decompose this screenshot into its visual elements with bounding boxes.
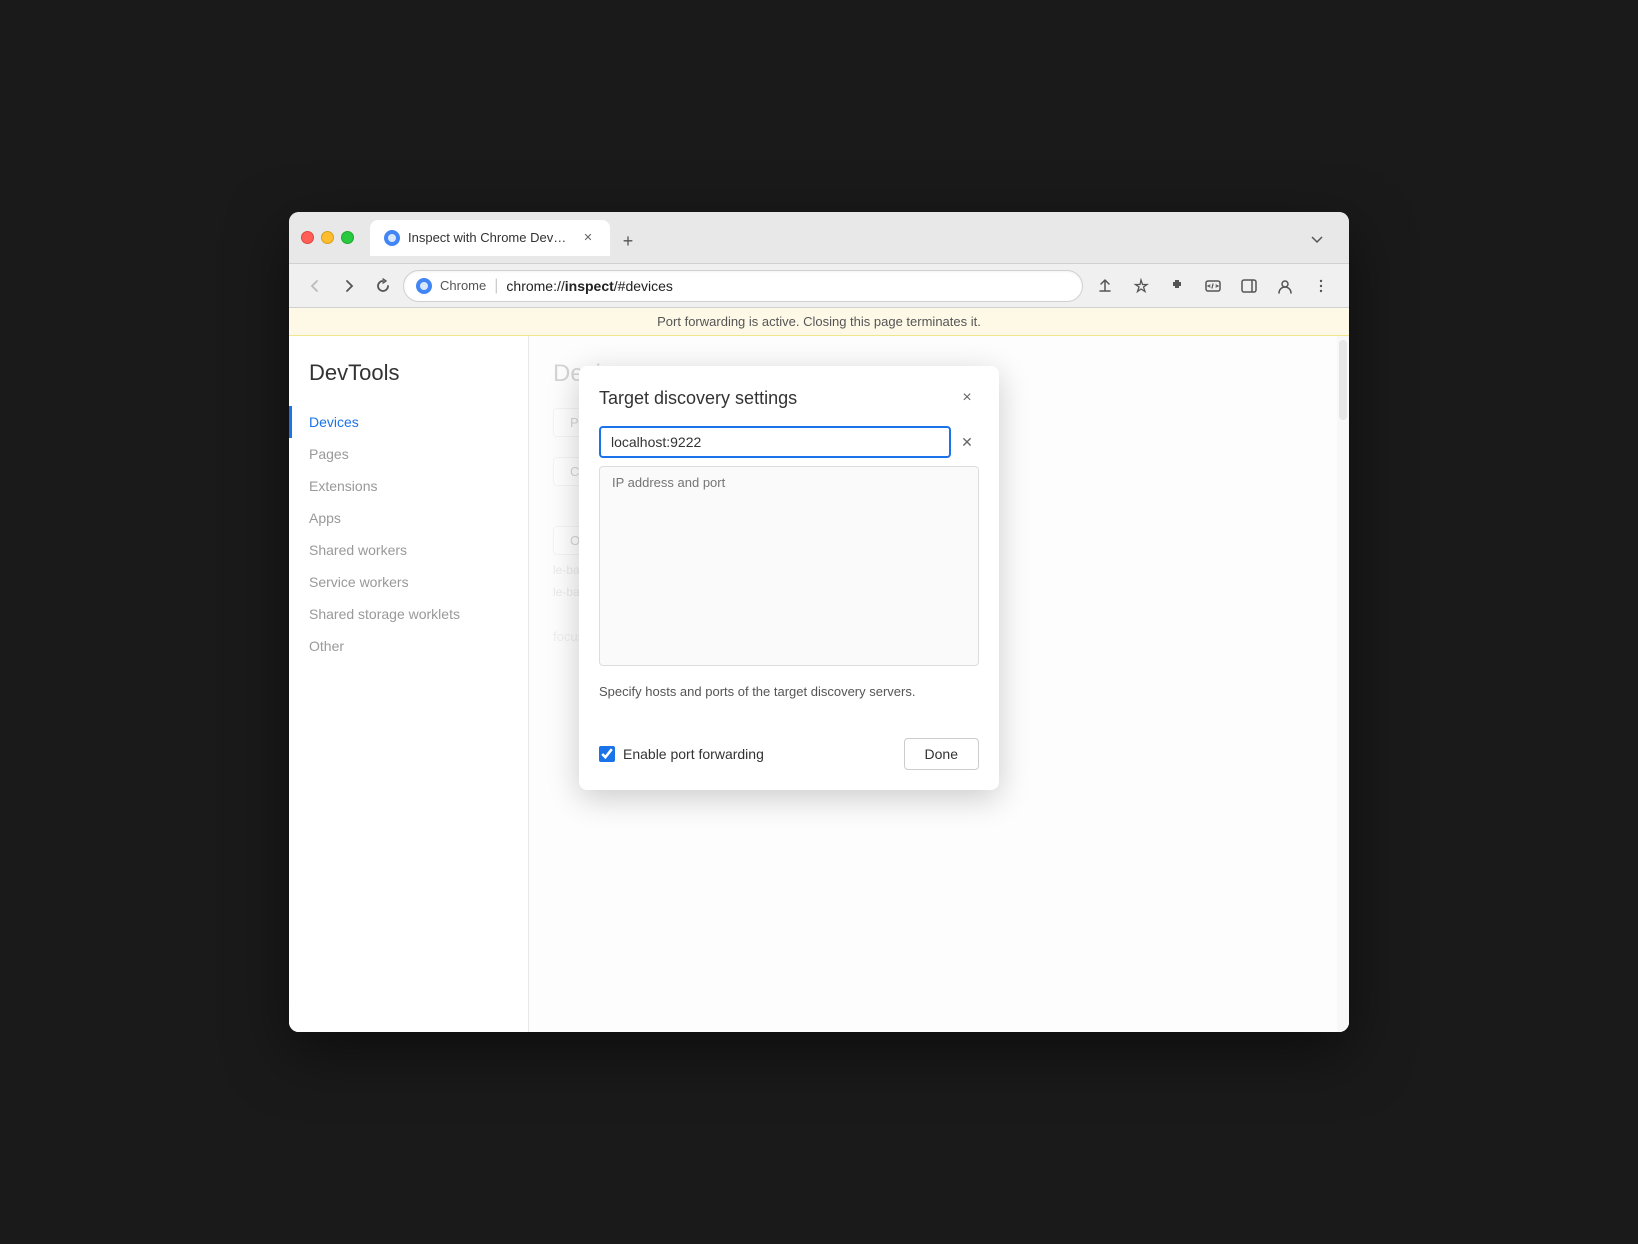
- toolbar: Chrome | chrome://inspect/#devices: [289, 264, 1349, 308]
- sidebar-item-devices[interactable]: Devices: [289, 406, 528, 438]
- bookmark-button[interactable]: [1125, 270, 1157, 302]
- dialog-body: ✕ Specify hosts and ports of the target …: [579, 426, 999, 738]
- back-button[interactable]: [301, 272, 329, 300]
- title-bar: Inspect with Chrome Develope ✕ +: [289, 212, 1349, 264]
- enable-port-forwarding-text: Enable port forwarding: [623, 746, 764, 762]
- sidebar: DevTools Devices Pages Extensions Apps S…: [289, 336, 529, 1032]
- description-text: Specify hosts and ports of the target di…: [599, 682, 979, 702]
- dialog-close-button[interactable]: ×: [955, 386, 979, 410]
- minimize-window-button[interactable]: [321, 231, 334, 244]
- dialog-title: Target discovery settings: [599, 388, 797, 409]
- site-label: Chrome: [440, 278, 486, 293]
- menu-button[interactable]: [1305, 270, 1337, 302]
- traffic-lights: [301, 231, 354, 244]
- share-button[interactable]: [1089, 270, 1121, 302]
- tab-menu-button[interactable]: [1301, 224, 1333, 256]
- sidebar-item-pages[interactable]: Pages: [289, 438, 528, 470]
- tab-close-button[interactable]: ✕: [580, 230, 596, 246]
- extensions-button[interactable]: [1161, 270, 1193, 302]
- browser-window: Inspect with Chrome Develope ✕ +: [289, 212, 1349, 1032]
- host-input-row: ✕: [599, 426, 979, 458]
- toolbar-actions: [1089, 270, 1337, 302]
- sidebar-item-extensions[interactable]: Extensions: [289, 470, 528, 502]
- reload-button[interactable]: [369, 272, 397, 300]
- host-list-placeholder-input[interactable]: [600, 467, 978, 498]
- sidebar-nav: Devices Pages Extensions Apps Shared wor…: [289, 406, 528, 662]
- host-input-clear-button[interactable]: ✕: [955, 430, 979, 454]
- tab-title: Inspect with Chrome Develope: [408, 230, 572, 245]
- dialog-footer: Enable port forwarding Done: [579, 738, 999, 790]
- sidebar-title: DevTools: [289, 360, 528, 406]
- target-discovery-dialog: Target discovery settings × ✕ Specify ho…: [579, 366, 999, 790]
- close-window-button[interactable]: [301, 231, 314, 244]
- enable-port-forwarding-checkbox[interactable]: [599, 746, 615, 762]
- host-list-area: [599, 466, 979, 666]
- sidebar-item-shared-workers[interactable]: Shared workers: [289, 534, 528, 566]
- tab-bar: Inspect with Chrome Develope ✕ +: [370, 220, 1337, 256]
- tab-bar-end: [1301, 224, 1337, 256]
- profile-button[interactable]: [1269, 270, 1301, 302]
- new-tab-button[interactable]: +: [614, 228, 642, 256]
- notification-bar: Port forwarding is active. Closing this …: [289, 308, 1349, 336]
- dialog-header: Target discovery settings ×: [579, 366, 999, 426]
- maximize-window-button[interactable]: [341, 231, 354, 244]
- tab-favicon-icon: [384, 230, 400, 246]
- site-favicon-icon: [416, 278, 432, 294]
- done-button[interactable]: Done: [904, 738, 979, 770]
- address-bar[interactable]: Chrome | chrome://inspect/#devices: [403, 270, 1083, 302]
- sidebar-item-service-workers[interactable]: Service workers: [289, 566, 528, 598]
- sidebar-item-other[interactable]: Other: [289, 630, 528, 662]
- forward-button[interactable]: [335, 272, 363, 300]
- active-tab[interactable]: Inspect with Chrome Develope ✕: [370, 220, 610, 256]
- sidebar-item-shared-storage-worklets[interactable]: Shared storage worklets: [289, 598, 528, 630]
- address-url: chrome://inspect/#devices: [506, 278, 1070, 294]
- enable-port-forwarding-label[interactable]: Enable port forwarding: [599, 746, 892, 762]
- main-content: Devices Port forwarding... Configure... …: [529, 336, 1349, 1032]
- host-input[interactable]: [599, 426, 951, 458]
- sidebar-button[interactable]: [1233, 270, 1265, 302]
- address-separator: |: [494, 277, 498, 295]
- sidebar-item-apps[interactable]: Apps: [289, 502, 528, 534]
- content-area: DevTools Devices Pages Extensions Apps S…: [289, 336, 1349, 1032]
- notification-text: Port forwarding is active. Closing this …: [657, 314, 981, 329]
- devtools-button[interactable]: [1197, 270, 1229, 302]
